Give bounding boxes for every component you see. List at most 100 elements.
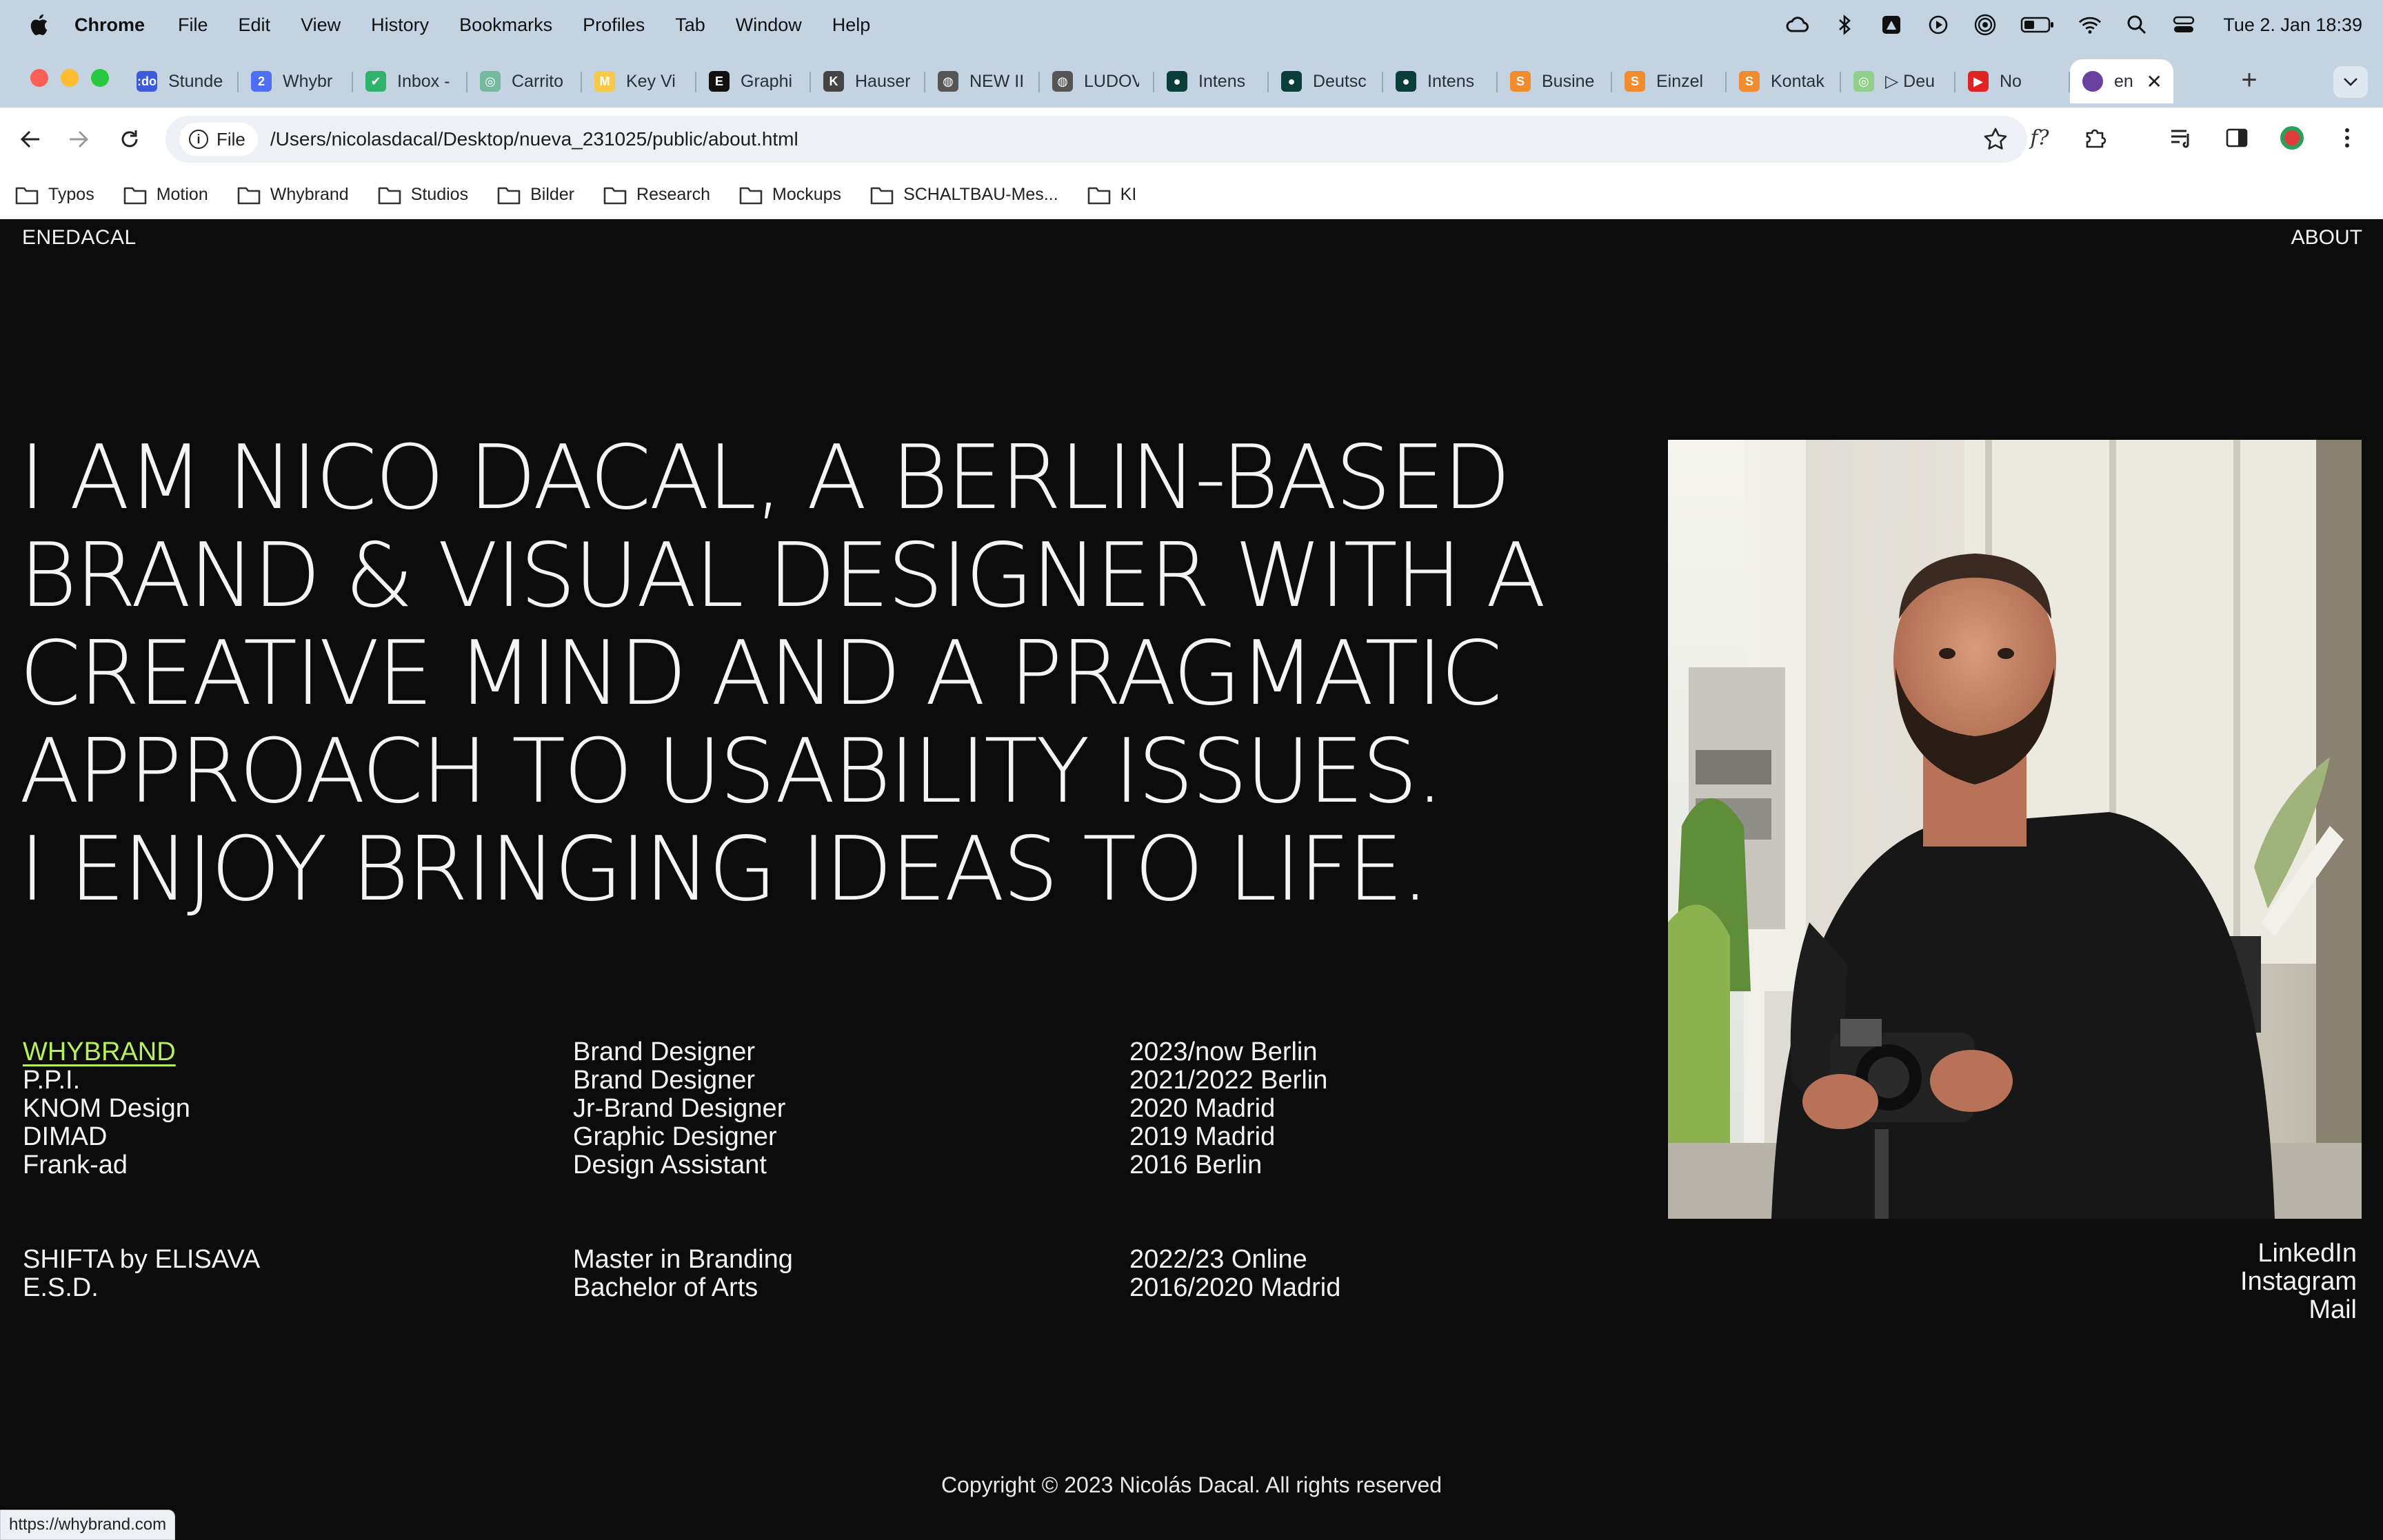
menu-help[interactable]: Help — [832, 14, 871, 36]
tab-title: ▷ Deu — [1885, 72, 1935, 91]
browser-tab[interactable]: ◍ LUDOV — [1040, 59, 1154, 103]
minimize-window-button[interactable] — [61, 69, 79, 87]
browser-tab[interactable]: ● Intens — [1383, 59, 1498, 103]
menu-app-name[interactable]: Chrome — [74, 14, 145, 36]
side-panel-icon[interactable] — [2222, 123, 2252, 153]
tab-title: NEW II — [969, 71, 1025, 91]
spotlight-search-icon[interactable] — [2125, 13, 2149, 37]
browser-tab[interactable]: ✔ Inbox - — [353, 59, 467, 103]
bookmark-folder[interactable]: Bilder — [497, 185, 574, 205]
url-text[interactable]: /Users/nicolasdacal/Desktop/nueva_231025… — [270, 128, 798, 150]
bookmark-folder[interactable]: Motion — [123, 185, 208, 205]
browser-tab[interactable]: E Graphi — [696, 59, 811, 103]
tab-favicon-icon: S — [1510, 71, 1531, 92]
menu-view[interactable]: View — [301, 14, 341, 36]
browser-tab[interactable]: ◎ ▷ Deu — [1841, 59, 1955, 103]
close-tab-icon[interactable]: ✕ — [2146, 70, 2162, 93]
extensions-puzzle-icon[interactable] — [2080, 123, 2110, 153]
tab-title: Intens — [1198, 71, 1246, 91]
site-brand-link[interactable]: ENEDACAL — [22, 226, 137, 250]
browser-tab[interactable]: ▶ No — [1955, 59, 2070, 103]
bluetooth-icon[interactable] — [1833, 13, 1856, 37]
tab-favicon-icon: ● — [1167, 71, 1187, 92]
tab-favicon-icon: ● — [1396, 71, 1416, 92]
education-dates: 2022/23 Online 2016/2020 Madrid — [1129, 1246, 1340, 1302]
tab-list: :do Stunde 2 Whybr ✔ Inbox - ◎ Carrito M Key Vi E G… — [124, 59, 2173, 103]
browser-tab[interactable]: 2 Whybr — [239, 59, 353, 103]
close-window-button[interactable] — [30, 69, 48, 87]
bookmark-folder[interactable]: Research — [603, 185, 710, 205]
nav-about-link[interactable]: ABOUT — [2291, 226, 2362, 250]
bookmark-star-icon[interactable] — [1983, 127, 2008, 152]
education-degrees: Master in Branding Bachelor of Arts — [573, 1246, 793, 1302]
web-page: ENEDACAL ABOUT I AM NICO DACAL, A BERLIN… — [0, 219, 2383, 1540]
bookmark-folder[interactable]: SCHALTBAU-Mes... — [870, 185, 1058, 205]
role-title: Graphic Designer — [573, 1122, 777, 1151]
bookmark-folder[interactable]: Mockups — [739, 185, 841, 205]
menu-edit[interactable]: Edit — [239, 14, 271, 36]
airdrop-icon[interactable] — [1973, 13, 1997, 37]
browser-tab[interactable]: :do Stunde — [124, 59, 239, 103]
reload-button[interactable] — [116, 125, 143, 153]
tab-favicon-icon: M — [594, 71, 615, 92]
experience-companies: WHYBRAND P.P.I. KNOM Design DIMAD Frank-… — [23, 1038, 190, 1179]
apple-logo-icon[interactable] — [26, 12, 51, 37]
headline-line: I ENJOY BRINGING IDEAS TO LIFE. — [19, 818, 1429, 921]
address-bar[interactable]: i File /Users/nicolasdacal/Desktop/nueva… — [165, 116, 2027, 163]
menu-file[interactable]: File — [178, 14, 208, 36]
creative-cloud-icon[interactable] — [1786, 13, 1809, 37]
company-name: KNOM Design — [23, 1094, 190, 1123]
browser-tab[interactable]: K Hauser — [811, 59, 925, 103]
folder-icon — [123, 187, 147, 204]
company-link-whybrand[interactable]: WHYBRAND — [23, 1037, 176, 1066]
menu-tab[interactable]: Tab — [675, 14, 705, 36]
menubar-clock[interactable]: Tue 2. Jan 18:39 — [2223, 14, 2362, 36]
browser-tab[interactable]: ● Deutsc — [1269, 59, 1383, 103]
tab-favicon-icon: ● — [1281, 71, 1302, 92]
browser-tab-active[interactable]: en ✕ — [2070, 59, 2173, 103]
bookmark-label: Studios — [410, 185, 469, 204]
linkedin-link[interactable]: LinkedIn — [2258, 1239, 2357, 1268]
menu-profiles[interactable]: Profiles — [583, 14, 645, 36]
degree-title: Master in Branding — [573, 1245, 793, 1274]
more-menu-icon[interactable] — [2332, 123, 2362, 153]
tab-search-button[interactable] — [2333, 66, 2368, 98]
menu-history[interactable]: History — [371, 14, 429, 36]
new-tab-button[interactable]: + — [2229, 59, 2270, 101]
reading-list-icon[interactable] — [2166, 123, 2197, 153]
bookmark-label: Whybrand — [270, 185, 349, 204]
browser-tab[interactable]: ● Intens — [1154, 59, 1269, 103]
date-location: 2022/23 Online — [1129, 1245, 1307, 1274]
bookmark-folder[interactable]: Typos — [15, 185, 94, 205]
bookmark-folder[interactable]: KI — [1087, 185, 1136, 205]
browser-tab[interactable]: ◎ Carrito — [467, 59, 582, 103]
browser-tab[interactable]: ◍ NEW II — [925, 59, 1040, 103]
role-title: Brand Designer — [573, 1066, 756, 1095]
play-circle-icon[interactable] — [1927, 13, 1950, 37]
browser-tab[interactable]: S Busine — [1498, 59, 1612, 103]
role-title: Design Assistant — [573, 1151, 767, 1179]
browser-tab[interactable]: S Kontak — [1727, 59, 1841, 103]
profile-avatar[interactable] — [2277, 123, 2307, 153]
wifi-icon[interactable] — [2078, 13, 2102, 37]
zoom-window-button[interactable] — [91, 69, 109, 87]
menu-window[interactable]: Window — [736, 14, 802, 36]
control-center-icon[interactable] — [2172, 13, 2195, 37]
browser-tab[interactable]: S Einzel — [1612, 59, 1727, 103]
browser-tab[interactable]: M Key Vi — [582, 59, 696, 103]
font-extension-icon[interactable]: f? — [2024, 123, 2055, 153]
back-button[interactable] — [17, 125, 44, 153]
school-name: E.S.D. — [23, 1273, 99, 1302]
tab-title: Whybr — [283, 71, 333, 91]
bookmark-folder[interactable]: Studios — [378, 185, 468, 205]
drive-sync-icon[interactable] — [1880, 13, 1903, 37]
menu-bookmarks[interactable]: Bookmarks — [459, 14, 552, 36]
forward-button[interactable] — [65, 125, 92, 153]
company-name: Frank-ad — [23, 1151, 128, 1179]
bookmark-folder[interactable]: Whybrand — [237, 185, 349, 205]
battery-icon[interactable] — [2020, 13, 2055, 37]
mail-link[interactable]: Mail — [2309, 1295, 2357, 1324]
site-info-chip[interactable]: i File — [179, 123, 258, 156]
date-location: 2016/2020 Madrid — [1129, 1273, 1341, 1302]
instagram-link[interactable]: Instagram — [2240, 1267, 2357, 1296]
